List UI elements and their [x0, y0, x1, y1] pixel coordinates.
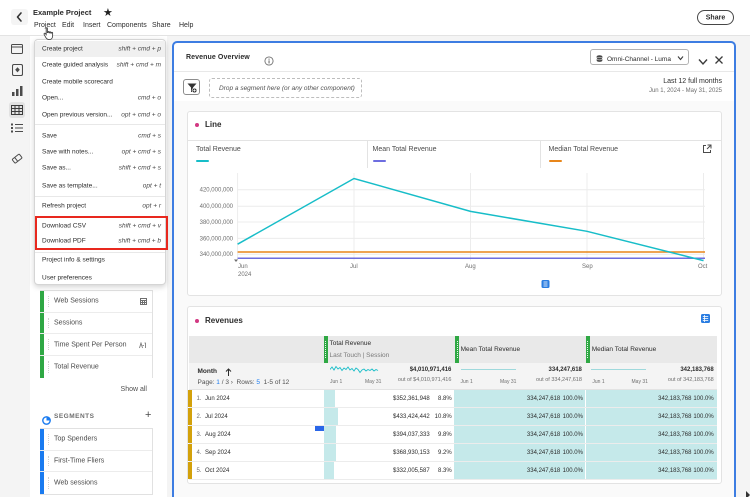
svg-text:Oct: Oct [698, 264, 708, 270]
svg-text:420,000,000: 420,000,000 [200, 188, 234, 194]
svg-text:Aug: Aug [465, 264, 476, 270]
svg-text:340,000,000: 340,000,000 [200, 252, 234, 258]
svg-text:360,000,000: 360,000,000 [200, 236, 234, 242]
svg-text:400,000,000: 400,000,000 [200, 204, 234, 210]
svg-text:Sep: Sep [582, 264, 593, 270]
svg-text:Jun: Jun [238, 264, 248, 270]
svg-text:380,000,000: 380,000,000 [200, 220, 234, 226]
svg-text:2024: 2024 [238, 272, 252, 278]
svg-text:Jul: Jul [350, 264, 358, 270]
